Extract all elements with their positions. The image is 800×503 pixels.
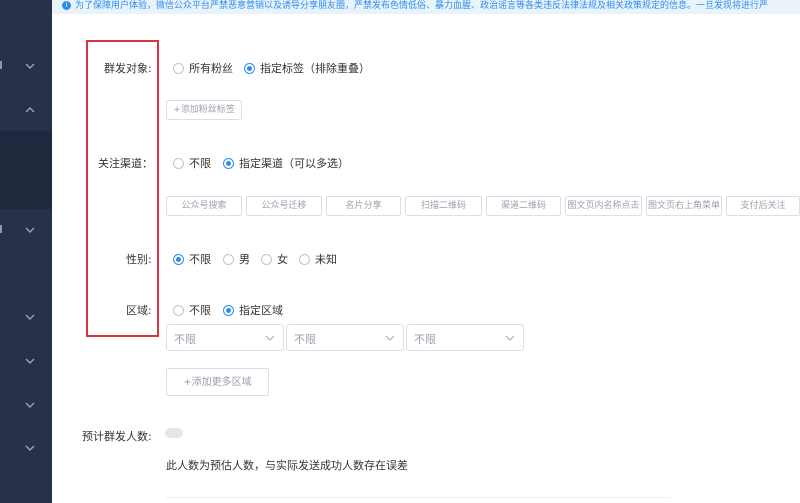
- divider: [166, 497, 671, 498]
- channel-label: 关注渠道：: [98, 157, 153, 170]
- chevron-down-icon: [24, 399, 36, 411]
- chevron-up-icon: [24, 104, 36, 116]
- chevron-down-icon: [24, 224, 36, 236]
- target-radio-tags[interactable]: 指定标签（排除重叠）: [244, 60, 370, 76]
- sidebar-item-1-stub: [0, 61, 6, 69]
- region-radio-any[interactable]: 不限: [173, 302, 211, 318]
- estimate-placeholder: [165, 428, 183, 438]
- channel-button-card-share[interactable]: 名片分享: [326, 196, 401, 216]
- sidebar: [0, 0, 52, 503]
- channel-button-scan-qr[interactable]: 扫描二维码: [405, 196, 482, 216]
- radio-checked-icon: [173, 253, 184, 265]
- region-label: 区域:: [126, 304, 152, 317]
- chevron-down-icon: [505, 334, 515, 342]
- chevron-down-icon: [24, 60, 36, 72]
- channel-radio-specific[interactable]: 指定渠道（可以多选）: [223, 155, 349, 171]
- region-select-district[interactable]: 不限: [406, 324, 524, 351]
- channel-button-migrate[interactable]: 公众号迁移: [246, 196, 322, 216]
- gender-radio-male[interactable]: 男: [223, 251, 250, 267]
- channel-button-article-name[interactable]: 图文页内名称点击: [565, 196, 642, 216]
- radio-checked-icon: [223, 157, 234, 169]
- notice-banner: i 为了保障用户体验，微信公众平台严禁恶意营销以及诱导分享朋友圈，严禁发布色情低俗…: [52, 0, 800, 14]
- sidebar-item-3-stub: [0, 225, 6, 233]
- gender-radio-male-label: 男: [239, 253, 250, 266]
- channel-button-article-menu[interactable]: 图文页右上角菜单: [646, 196, 722, 216]
- chevron-down-icon: [24, 355, 36, 367]
- sidebar-item-4[interactable]: [0, 303, 52, 331]
- sidebar-item-2[interactable]: [0, 96, 52, 124]
- notice-text: 为了保障用户体验，微信公众平台严禁恶意营销以及诱导分享朋友圈，严禁发布色情低俗、…: [75, 1, 769, 11]
- gender-radio-any-label: 不限: [189, 253, 211, 266]
- region-radio-specific[interactable]: 指定区域: [223, 302, 283, 318]
- add-fan-tag-button[interactable]: +添加粉丝标签: [166, 100, 242, 120]
- gender-label: 性别:: [126, 253, 152, 266]
- chevron-down-icon: [385, 334, 395, 342]
- channel-button-after-payment[interactable]: 支付后关注: [726, 196, 800, 216]
- sidebar-item-5[interactable]: [0, 347, 52, 375]
- radio-icon: [173, 304, 184, 316]
- chevron-down-icon: [24, 311, 36, 323]
- target-radio-all[interactable]: 所有粉丝: [173, 60, 233, 76]
- add-region-button[interactable]: +添加更多区域: [166, 368, 269, 396]
- radio-icon: [223, 253, 234, 265]
- radio-checked-icon: [244, 62, 255, 74]
- sidebar-item-1[interactable]: [0, 52, 52, 80]
- channel-radio-any-label: 不限: [189, 157, 211, 170]
- radio-icon: [261, 253, 272, 265]
- sidebar-active-item[interactable]: [0, 131, 52, 209]
- chevron-down-icon: [265, 334, 275, 342]
- target-radio-tags-label: 指定标签（排除重叠）: [260, 62, 370, 75]
- radio-checked-icon: [223, 304, 234, 316]
- gender-radio-unknown[interactable]: 未知: [299, 251, 337, 267]
- channel-button-search[interactable]: 公众号搜索: [166, 196, 242, 216]
- chevron-down-icon: [24, 442, 36, 454]
- estimate-note: 此人数为预估人数，与实际发送成功人数存在误差: [166, 459, 408, 472]
- gender-radio-female-label: 女: [277, 253, 288, 266]
- gender-radio-any[interactable]: 不限: [173, 251, 211, 267]
- channel-radio-specific-label: 指定渠道（可以多选）: [239, 157, 349, 170]
- info-icon: i: [62, 1, 71, 10]
- gender-radio-unknown-label: 未知: [315, 253, 337, 266]
- radio-icon: [173, 157, 184, 169]
- sidebar-item-3[interactable]: [0, 216, 52, 244]
- estimate-label: 预计群发人数:: [82, 430, 152, 443]
- radio-icon: [299, 253, 310, 265]
- region-select-province-value: 不限: [174, 333, 196, 346]
- sidebar-item-7[interactable]: [0, 434, 52, 462]
- channel-button-channel-qr[interactable]: 渠道二维码: [486, 196, 561, 216]
- target-label: 群发对象:: [104, 62, 152, 75]
- radio-icon: [173, 62, 184, 74]
- region-select-city[interactable]: 不限: [286, 324, 404, 351]
- gender-radio-female[interactable]: 女: [261, 251, 288, 267]
- target-radio-all-label: 所有粉丝: [189, 62, 233, 75]
- sidebar-item-6[interactable]: [0, 391, 52, 419]
- region-radio-specific-label: 指定区域: [239, 304, 283, 317]
- region-select-city-value: 不限: [294, 333, 316, 346]
- channel-radio-any[interactable]: 不限: [173, 155, 211, 171]
- region-select-district-value: 不限: [414, 333, 436, 346]
- region-radio-any-label: 不限: [189, 304, 211, 317]
- region-select-province[interactable]: 不限: [166, 324, 284, 351]
- highlight-box: [86, 40, 159, 337]
